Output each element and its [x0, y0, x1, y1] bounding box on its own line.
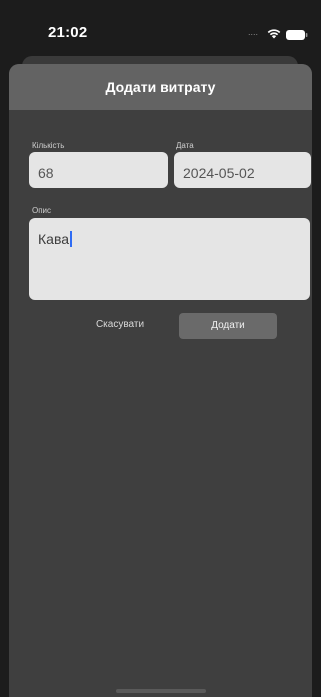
status-time: 21:02	[48, 24, 88, 41]
add-button[interactable]: Додати	[179, 313, 277, 339]
description-label: Опис	[32, 206, 52, 215]
signal-dots: ....	[248, 27, 259, 37]
cancel-button[interactable]: Скасувати	[75, 313, 165, 337]
wifi-icon	[267, 26, 281, 39]
sheet-title: Додати витрату	[105, 79, 216, 95]
amount-field[interactable]: 68	[29, 152, 168, 188]
description-value: Кава	[38, 231, 70, 247]
description-text: Кава	[38, 231, 73, 247]
add-expense-sheet: Додати витрату Кількість 68 Дата 2024-05…	[9, 64, 312, 697]
date-value: 2024-05-02	[183, 165, 255, 181]
battery-icon	[286, 27, 308, 40]
description-field[interactable]: Кава	[29, 218, 310, 300]
expense-screen: 21:02 .... Додати витрату Кількість 68 Д…	[0, 0, 321, 697]
home-indicator	[116, 689, 206, 693]
text-caret	[70, 231, 73, 247]
amount-label: Кількість	[32, 141, 65, 150]
date-field[interactable]: 2024-05-02	[174, 152, 311, 188]
sheet-header: Додати витрату	[9, 64, 312, 110]
amount-value: 68	[38, 165, 54, 181]
date-label: Дата	[176, 141, 194, 150]
status-bar: 21:02 ....	[0, 0, 321, 56]
